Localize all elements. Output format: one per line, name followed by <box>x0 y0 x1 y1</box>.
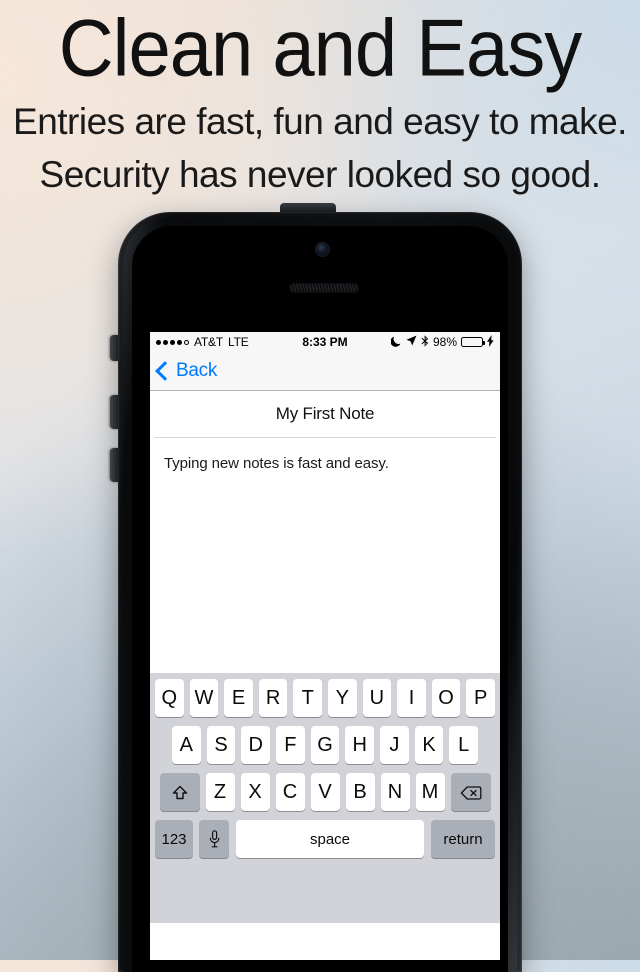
note-body-field[interactable]: Typing new notes is fast and easy. <box>150 438 500 673</box>
status-bar-left: AT&T LTE <box>156 335 249 349</box>
key-m[interactable]: M <box>415 773 445 811</box>
note-body-text: Typing new notes is fast and easy. <box>164 455 389 472</box>
microphone-icon <box>209 830 220 848</box>
key-e[interactable]: E <box>224 679 253 717</box>
charging-bolt-icon <box>487 334 494 350</box>
key-k[interactable]: K <box>414 726 444 764</box>
promo-text-block: Clean and Easy Entries are fast, fun and… <box>0 0 640 198</box>
location-arrow-icon <box>406 335 417 349</box>
promo-subline-2: Security has never looked so good. <box>39 154 601 195</box>
key-i[interactable]: I <box>397 679 426 717</box>
dictation-key[interactable] <box>199 820 229 858</box>
battery-icon <box>461 337 485 347</box>
numeric-key[interactable]: 123 <box>155 820 193 858</box>
status-bar-right: 98% <box>390 334 494 350</box>
key-p[interactable]: P <box>466 679 495 717</box>
keyboard-row-3: Z X C V B N M <box>152 773 498 811</box>
key-q[interactable]: Q <box>155 679 184 717</box>
keyboard-row-2: A S D F G H J K L <box>152 726 498 764</box>
space-key[interactable]: space <box>236 820 424 858</box>
key-d[interactable]: D <box>241 726 270 764</box>
key-g[interactable]: G <box>310 726 340 764</box>
keyboard-row-1: Q W E R T Y U I O P <box>152 679 498 717</box>
key-a[interactable]: A <box>171 726 201 764</box>
key-h[interactable]: H <box>345 726 375 764</box>
key-n[interactable]: N <box>380 773 410 811</box>
key-j[interactable]: J <box>380 726 409 764</box>
keyboard-row-4: 123 space return <box>152 820 498 858</box>
on-screen-keyboard: Q W E R T Y U I O P A S D F G H J K L Z … <box>150 673 500 923</box>
battery-percent-label: 98% <box>432 335 457 349</box>
back-button[interactable]: Back <box>155 360 218 382</box>
backspace-key[interactable] <box>450 773 491 811</box>
back-button-label: Back <box>176 360 218 381</box>
chevron-left-icon <box>155 361 175 381</box>
key-o[interactable]: O <box>431 679 461 717</box>
key-u[interactable]: U <box>362 679 392 717</box>
phone-screen: AT&T LTE 8:33 PM 98% Back My First Note … <box>150 332 500 960</box>
key-f[interactable]: F <box>276 726 305 764</box>
backspace-icon <box>460 784 482 800</box>
key-c[interactable]: C <box>275 773 305 811</box>
bluetooth-icon <box>421 334 429 350</box>
key-r[interactable]: R <box>258 679 288 717</box>
earpiece-speaker <box>289 283 359 292</box>
note-title: My First Note <box>275 404 375 423</box>
carrier-label: AT&T <box>194 335 223 349</box>
key-t[interactable]: T <box>293 679 322 717</box>
key-l[interactable]: L <box>449 726 479 764</box>
network-type-label: LTE <box>227 335 249 349</box>
note-title-row[interactable]: My First Note <box>150 391 500 437</box>
front-camera-icon <box>316 243 329 256</box>
promo-subline-1: Entries are fast, fun and easy to make. <box>13 101 627 142</box>
key-v[interactable]: V <box>310 773 340 811</box>
status-bar: AT&T LTE 8:33 PM 98% <box>150 332 500 352</box>
shift-icon <box>172 784 188 800</box>
key-y[interactable]: Y <box>328 679 357 717</box>
signal-strength-icon <box>156 339 189 345</box>
key-x[interactable]: X <box>240 773 270 811</box>
key-b[interactable]: B <box>345 773 375 811</box>
navigation-bar: Back <box>150 352 500 391</box>
key-w[interactable]: W <box>189 679 219 717</box>
page-title: Clean and Easy <box>58 3 583 94</box>
key-z[interactable]: Z <box>205 773 235 811</box>
return-key[interactable]: return <box>431 820 495 858</box>
key-s[interactable]: S <box>206 726 236 764</box>
moon-icon <box>390 335 402 350</box>
shift-key[interactable] <box>159 773 200 811</box>
